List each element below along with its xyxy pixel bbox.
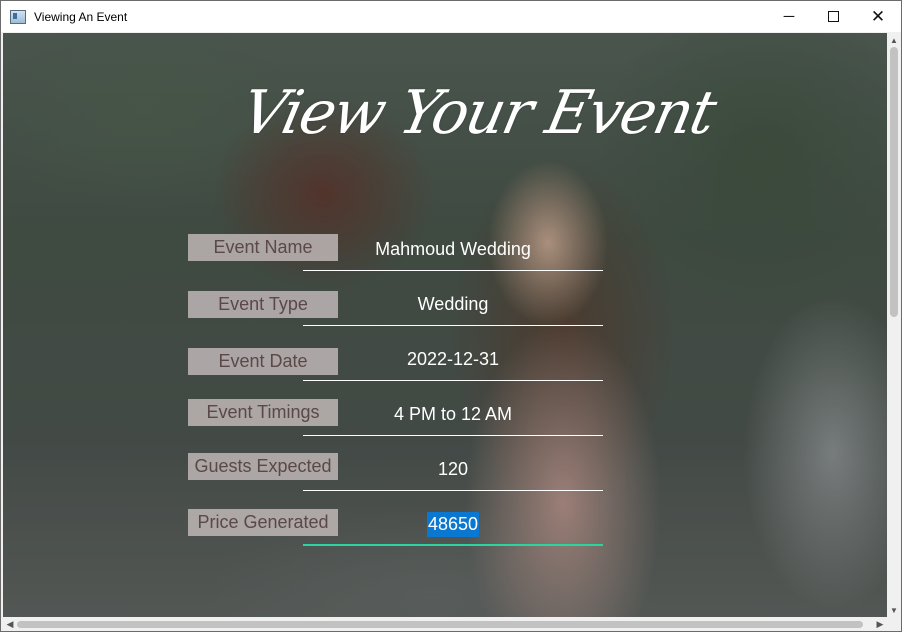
event-type-underline xyxy=(303,325,603,326)
minimize-button[interactable]: ─ xyxy=(766,1,812,32)
minimize-icon: ─ xyxy=(783,8,795,25)
page-title: View Your Event xyxy=(235,78,721,148)
event-name-underline xyxy=(303,270,603,271)
maximize-button[interactable] xyxy=(810,1,856,32)
guests-expected-underline xyxy=(303,490,603,491)
horizontal-scrollbar[interactable]: ◀ ▶ xyxy=(3,617,887,631)
event-type-field[interactable]: Wedding xyxy=(303,289,603,319)
app-window: Viewing An Event ─ ✕ View Your Event Eve… xyxy=(0,0,902,632)
vertical-scroll-thumb[interactable] xyxy=(890,47,898,317)
horizontal-scroll-thumb[interactable] xyxy=(17,621,863,628)
event-date-underline xyxy=(303,380,603,381)
event-timings-field[interactable]: 4 PM to 12 AM xyxy=(303,399,603,429)
price-generated-underline xyxy=(303,544,603,546)
price-generated-value: 48650 xyxy=(426,511,480,537)
scroll-right-icon[interactable]: ▶ xyxy=(873,617,887,631)
window-title: Viewing An Event xyxy=(34,9,128,24)
close-button[interactable]: ✕ xyxy=(855,1,901,32)
event-view-panel: View Your Event Event Name Mahmoud Weddi… xyxy=(3,33,887,617)
scroll-left-icon[interactable]: ◀ xyxy=(3,617,17,631)
event-timings-underline xyxy=(303,435,603,436)
scrollbar-corner xyxy=(887,617,901,631)
event-date-field[interactable]: 2022-12-31 xyxy=(303,344,603,374)
maximize-icon xyxy=(827,11,839,22)
scroll-up-icon[interactable]: ▲ xyxy=(887,33,901,47)
event-name-field[interactable]: Mahmoud Wedding xyxy=(303,234,603,264)
vertical-scrollbar[interactable]: ▲ ▼ xyxy=(887,33,901,617)
guests-expected-field[interactable]: 120 xyxy=(303,454,603,484)
app-window-icon xyxy=(10,9,26,24)
scroll-down-icon[interactable]: ▼ xyxy=(887,603,901,617)
price-generated-field[interactable]: 48650 xyxy=(303,509,603,539)
close-icon: ✕ xyxy=(870,6,886,26)
title-bar[interactable]: Viewing An Event ─ ✕ xyxy=(1,1,901,32)
